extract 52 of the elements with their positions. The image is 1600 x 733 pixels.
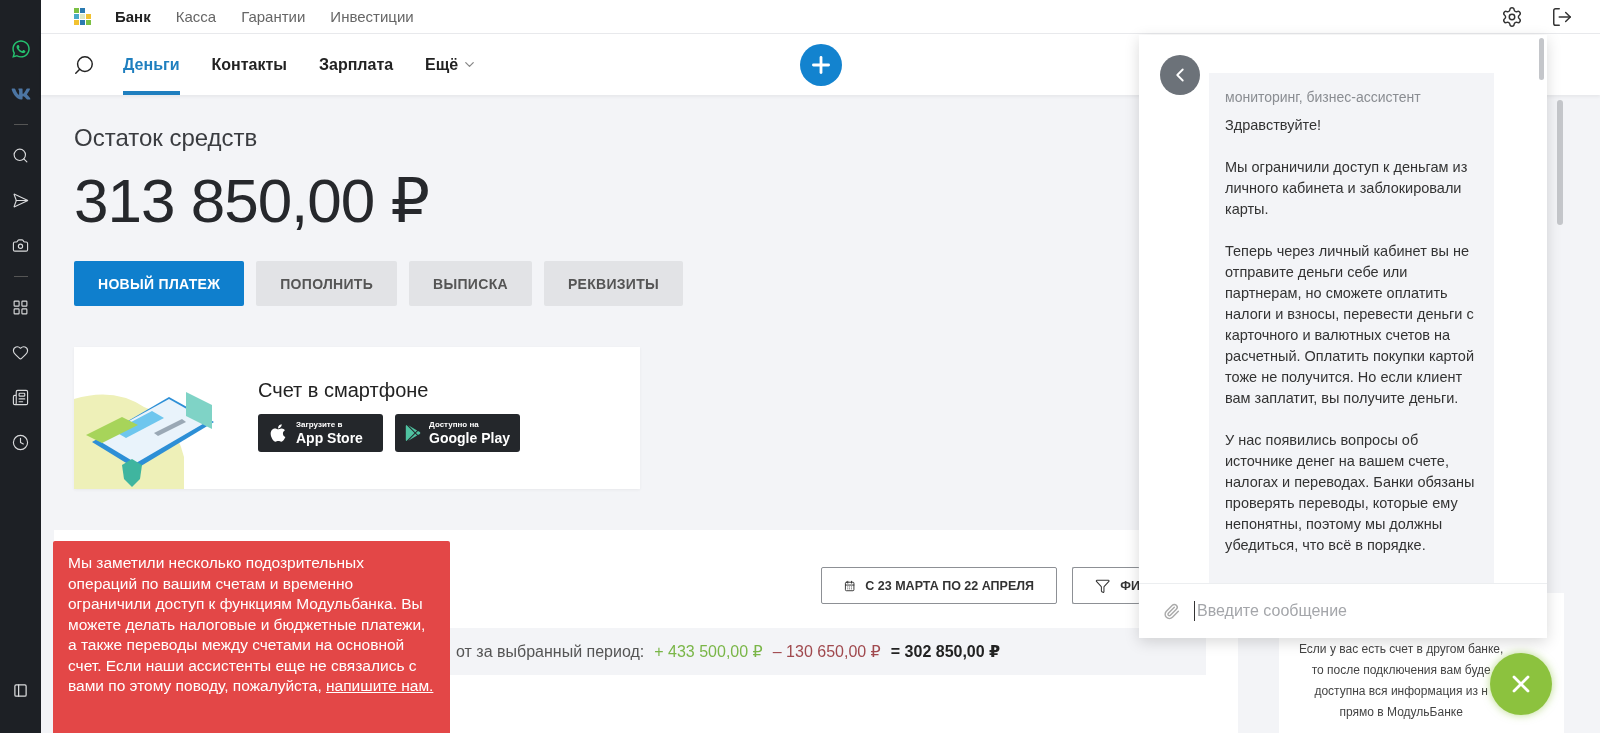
logo-icon [74, 8, 91, 25]
promo-title: Счет в смартфоне [258, 378, 430, 402]
newspaper-icon[interactable] [12, 389, 29, 406]
sidebar-toggle-icon[interactable] [13, 683, 28, 698]
clock-icon[interactable] [12, 434, 29, 451]
action-button[interactable]: ВЫПИСКА [409, 261, 532, 306]
settings-icon[interactable] [1501, 5, 1523, 28]
add-button[interactable] [799, 43, 842, 86]
nav-tab[interactable]: Деньги [123, 34, 180, 95]
action-button[interactable]: РЕКВИЗИТЫ [543, 261, 684, 306]
top-nav-item[interactable]: Инвестиции [330, 8, 414, 25]
message-input[interactable]: Введите сообщение [1194, 601, 1547, 621]
top-nav-item[interactable]: Банк [115, 8, 151, 25]
top-nav-item[interactable]: Гарантии [241, 8, 306, 25]
nav-tab[interactable]: Контакты [211, 34, 287, 95]
income-amount: + 433 500,00 ₽ [654, 642, 763, 661]
search-icon[interactable] [12, 147, 29, 164]
send-icon[interactable] [12, 192, 29, 209]
store-badge[interactable]: Загрузите в App Store [258, 413, 383, 452]
store-badge[interactable]: Доступно на Google Play [395, 413, 520, 452]
heart-icon[interactable] [12, 344, 29, 361]
info-text: то после подключения вам буде [1311, 662, 1491, 679]
nav-tab[interactable]: Зарплата [318, 34, 394, 95]
message-text: Мы ограничили доступ к деньгам из личного кабинета и заблокировали карты. [1225, 158, 1469, 219]
whatsapp-icon[interactable] [10, 38, 31, 59]
filter-icon [1095, 577, 1111, 594]
message-text: Теперь через личный кабинет вы не отправите деньги себе или партнерам, но сможете оплатить налоги и взносы, перевести деньги с карточного и валютных счетов на расчетный. Оплатить покупки картой тоже не получится. Но если клиент вам заплатит, вы получите деньги. [1225, 242, 1475, 408]
info-text: прямо в МодульБанке [1339, 704, 1463, 721]
search-icon[interactable] [73, 53, 95, 76]
total-amount: = 302 850,00 ₽ [890, 642, 1001, 661]
write-us-link[interactable]: напишите нам. [326, 677, 434, 694]
message-text: Здравствуйте! [1225, 116, 1323, 135]
expense-amount: – 130 650,00 ₽ [772, 642, 881, 661]
action-button[interactable]: ПОПОЛНИТЬ [256, 261, 398, 306]
more-menu[interactable]: Ещё [425, 34, 478, 95]
logout-icon[interactable] [1551, 5, 1573, 28]
scrollbar-thumb[interactable] [1557, 100, 1563, 225]
new-payment-button[interactable]: НОВЫЙ ПЛАТЕЖ [74, 261, 245, 306]
alert-text: Мы заметили несколько подозрительных операций по вашим счетам и временно ограничили доступ к функциям Модульбанка. Вы можете делать налоговые и бюджетные платежи, а также переводы между счетами на основной счет. Если наши ассистенты еще не связались с вами по этому поводу, пожалуйста, напишите нам. [68, 553, 435, 696]
paperclip-icon[interactable] [1163, 602, 1180, 620]
camera-icon[interactable] [12, 237, 29, 254]
filter-button[interactable]: ФИ [1072, 567, 1140, 604]
info-text: доступна вся информация из н [1314, 683, 1488, 700]
chat-scrollbar-thumb[interactable] [1539, 38, 1544, 80]
message-text: У нас появились вопросы об источнике денег на вашем счете, налогах и переводах. Банки обязаны проверять переводы, которые ему непонятны, поэтому мы должны убедиться, что всё в порядке. [1225, 431, 1476, 555]
summary-label: от за выбранный период: [456, 642, 645, 661]
top-nav-item[interactable]: Касса [175, 8, 217, 25]
info-text: Если у вас есть счет в другом банке, [1299, 641, 1504, 658]
message-sender: мониторинг, бизнес-ассистент [1225, 89, 1422, 105]
grid-icon[interactable] [12, 299, 29, 316]
back-button[interactable] [1160, 55, 1200, 95]
period-button[interactable]: С 23 МАРТА ПО 22 АПРЕЛЯ [821, 567, 1057, 604]
